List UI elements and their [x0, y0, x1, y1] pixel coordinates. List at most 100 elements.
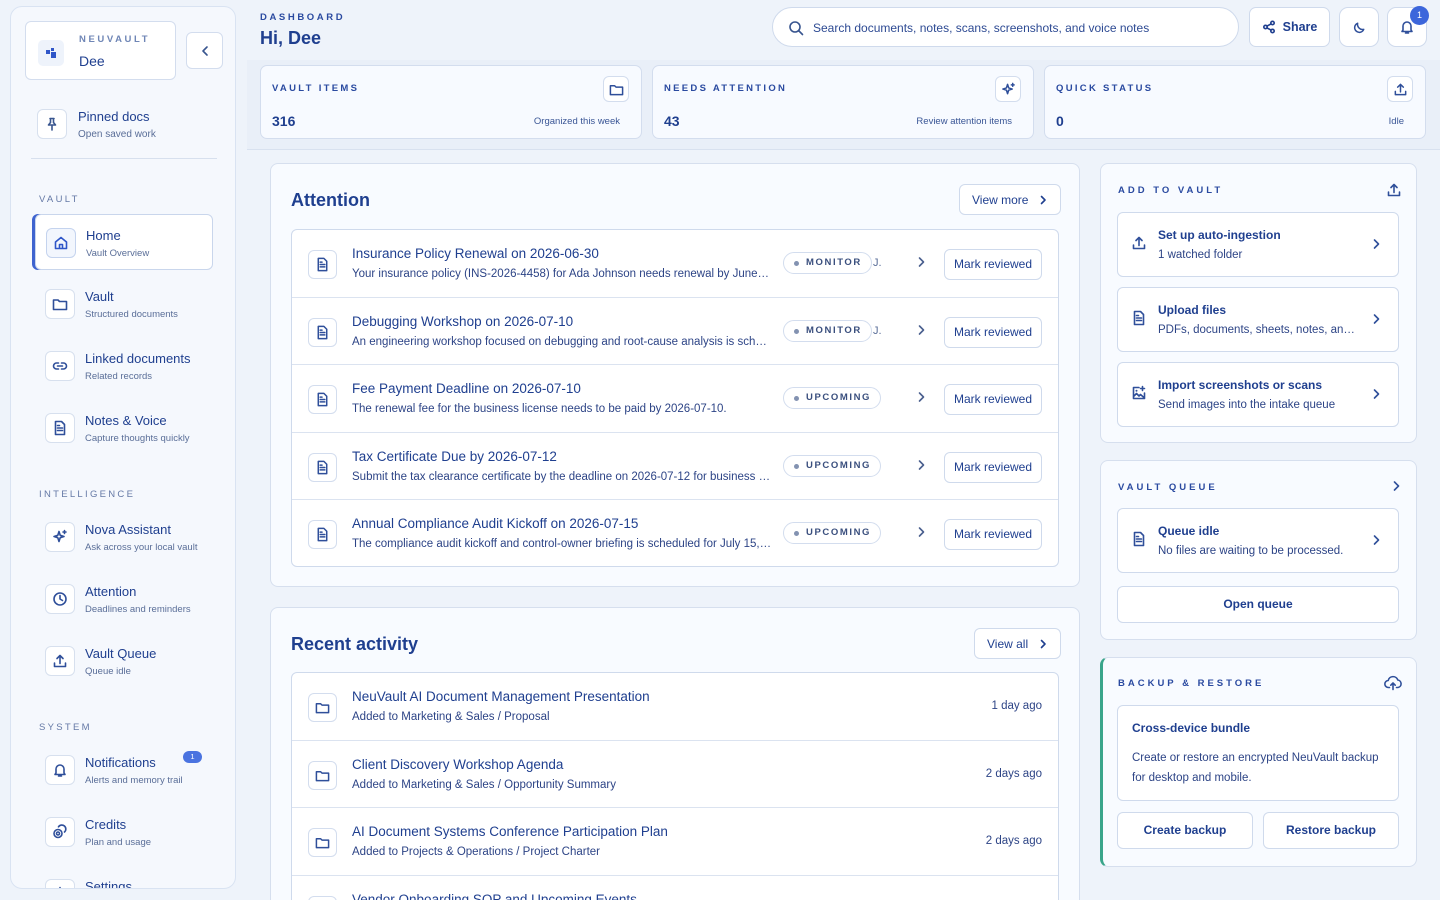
recent-activity-title: Recent activity [291, 634, 419, 654]
action-title: Upload files [1158, 303, 1227, 317]
cloud-upload-icon[interactable] [1384, 674, 1402, 692]
search-bar[interactable] [772, 7, 1239, 47]
status-badge: UPCOMING [783, 454, 882, 477]
stat-label: VAULT ITEMS [272, 83, 360, 94]
add-to-vault-panel: ADD TO VAULT Set up auto-ingestion 1 wat… [1100, 163, 1417, 443]
activity-item[interactable]: Vendor Onboarding SOP and Upcoming Event… [292, 876, 1058, 900]
sidebar-item-sub: Queue idle [85, 666, 131, 677]
auto-ingestion-card[interactable]: Set up auto-ingestion 1 watched folder [1117, 212, 1399, 277]
attention-item-title: Insurance Policy Renewal on 2026-06-30 [352, 246, 599, 261]
folder-icon [308, 828, 337, 857]
mark-reviewed-button[interactable]: Mark reviewed [944, 451, 1042, 483]
mark-reviewed-button[interactable]: Mark reviewed [944, 249, 1042, 280]
document-icon [1131, 310, 1147, 326]
sidebar-item-notes-voice[interactable]: Notes & Voice Capture thoughts quickly [35, 400, 213, 456]
status-badge: UPCOMING [783, 387, 882, 409]
activity-item-title: AI Document Systems Conference Participa… [352, 824, 668, 839]
stat-quick-status: QUICK STATUS 0 Idle [1044, 65, 1426, 139]
attention-item[interactable]: Fee Payment Deadline on 2026-07-10 The r… [292, 365, 1058, 433]
sidebar-item-home[interactable]: Home Vault Overview [35, 214, 213, 270]
sidebar-item-vault-queue[interactable]: Vault Queue Queue idle [35, 633, 213, 689]
chevron-right-icon [1038, 639, 1048, 649]
activity-item-desc: Added to Projects & Operations / Project… [352, 846, 601, 858]
folder-icon [308, 895, 337, 900]
chevron-right-icon[interactable] [915, 256, 927, 268]
import-screenshots-card[interactable]: Import screenshots or scans Send images … [1117, 362, 1399, 427]
chevron-right-icon[interactable] [915, 526, 927, 538]
sidebar-item-label: Linked documents [85, 351, 191, 366]
clock-icon [45, 584, 75, 614]
attention-item[interactable]: Tax Certificate Due by 2026-07-12 Submit… [292, 433, 1058, 500]
create-backup-button[interactable]: Create backup [1117, 812, 1253, 849]
brand-card[interactable]: NEUVAULT Dee [25, 21, 176, 80]
restore-backup-button[interactable]: Restore backup [1263, 812, 1399, 849]
sidebar-item-credits[interactable]: Credits Plan and usage [35, 804, 213, 860]
sidebar-item-sub: Structured documents [85, 309, 178, 320]
mark-reviewed-button[interactable]: Mark reviewed [944, 316, 1042, 348]
image-icon [1131, 385, 1147, 401]
upload-icon[interactable] [1386, 182, 1402, 198]
mark-reviewed-button[interactable]: Mark reviewed [944, 384, 1042, 415]
document-icon [308, 317, 337, 347]
sidebar-item-linked-documents[interactable]: Linked documents Related records [35, 338, 213, 394]
chevron-right-icon[interactable] [915, 459, 927, 471]
link-icon [45, 351, 75, 381]
chevron-left-icon [201, 45, 208, 56]
bell-icon [45, 755, 75, 785]
attention-item-desc: Your insurance policy (INS-2026-4458) fo… [352, 268, 772, 280]
sparkle-icon [995, 76, 1021, 102]
queue-status-title: Queue idle [1158, 524, 1220, 538]
attention-item[interactable]: Debugging Workshop on 2026-07-10 An engi… [292, 298, 1058, 365]
moon-icon [1352, 20, 1367, 35]
attention-item[interactable]: Annual Compliance Audit Kickoff on 2026-… [292, 500, 1058, 566]
queue-status-card[interactable]: Queue idle No files are waiting to be pr… [1117, 508, 1399, 573]
recent-activity-panel: Recent activity View all NeuVault AI Doc… [270, 607, 1080, 900]
sidebar-item-label: Nova Assistant [85, 522, 171, 537]
sidebar-item-settings[interactable]: Settings [35, 866, 213, 888]
backup-card-title: Cross-device bundle [1132, 721, 1251, 735]
page-title: Hi, Dee [260, 28, 322, 48]
mark-reviewed-button[interactable]: Mark reviewed [944, 519, 1042, 550]
sidebar-item-sub: Alerts and memory trail [85, 775, 183, 786]
view-more-label: View more [972, 192, 1029, 207]
theme-toggle-button[interactable] [1339, 7, 1379, 47]
collapse-sidebar-button[interactable] [186, 32, 223, 69]
stat-value: 0 [1056, 113, 1064, 129]
folder-icon [308, 760, 337, 790]
search-input[interactable] [813, 17, 1228, 39]
sidebar-item-notifications[interactable]: Notifications Alerts and memory trail 1 [35, 742, 213, 798]
action-title: Import screenshots or scans [1158, 378, 1323, 392]
activity-timestamp: 1 day ago [991, 700, 1042, 712]
activity-item-desc: Added to Marketing & Sales / Opportunity… [352, 778, 616, 791]
owner-initial: J. [873, 257, 882, 269]
action-sub: PDFs, documents, sheets, notes, and more [1158, 324, 1358, 336]
chevron-right-icon[interactable] [915, 324, 927, 336]
view-all-button[interactable]: View all [974, 628, 1062, 659]
share-button[interactable]: Share [1249, 7, 1330, 47]
chevron-right-icon[interactable] [1390, 480, 1402, 492]
chevron-right-icon[interactable] [915, 391, 927, 403]
sidebar-item-nova-assistant[interactable]: Nova Assistant Ask across your local vau… [35, 509, 213, 565]
stat-vault-items: VAULT ITEMS 316 Organized this week [260, 65, 642, 139]
view-more-button[interactable]: View more [959, 184, 1062, 215]
upload-icon [1131, 235, 1147, 251]
upload-files-card[interactable]: Upload files PDFs, documents, sheets, no… [1117, 287, 1399, 352]
activity-item[interactable]: AI Document Systems Conference Participa… [292, 808, 1058, 876]
backup-info-card: Cross-device bundle Create or restore an… [1117, 705, 1399, 801]
stat-label: QUICK STATUS [1056, 83, 1154, 94]
status-badge: MONITOR [783, 252, 872, 274]
open-queue-button[interactable]: Open queue [1117, 586, 1399, 623]
sidebar-item-attention[interactable]: Attention Deadlines and reminders [35, 571, 213, 627]
attention-item[interactable]: Insurance Policy Renewal on 2026-06-30 Y… [292, 230, 1058, 298]
activity-item[interactable]: Client Discovery Workshop Agenda Added t… [292, 741, 1058, 808]
chevron-right-icon [1370, 313, 1382, 325]
pinned-docs[interactable]: Pinned docs Open saved work [35, 105, 215, 149]
action-sub: 1 watched folder [1158, 249, 1243, 261]
vault-queue-title: VAULT QUEUE [1118, 482, 1218, 493]
sidebar-item-label: Home [86, 228, 121, 243]
sidebar-item-vault[interactable]: Vault Structured documents [35, 276, 213, 332]
document-icon [308, 452, 337, 482]
search-icon [788, 20, 804, 36]
document-icon [308, 520, 337, 549]
activity-item[interactable]: NeuVault AI Document Management Presenta… [292, 673, 1058, 741]
